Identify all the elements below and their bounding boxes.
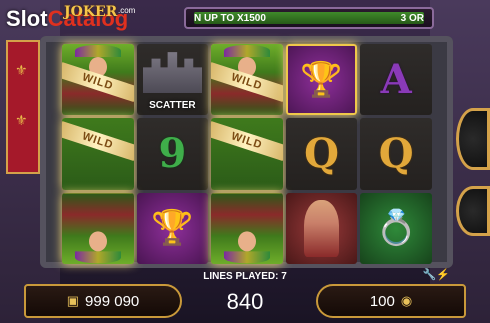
symbol-queen: Q [285, 118, 358, 190]
ticker-text-left: N UP TO X1500 [194, 12, 266, 24]
goblet-icon: 🏆 [300, 60, 343, 99]
lady-portrait [303, 199, 340, 257]
coins-icon: ◉ [400, 293, 413, 308]
reels-grid: WILD SCATTER WILD 🏆 A WILD 9 WILD Q Q 🏆 [62, 44, 432, 264]
ticker-text-right: 3 OR [400, 12, 424, 24]
symbol-jester-wild: WILD [211, 44, 283, 116]
balance-panel: ▣ 999 090 [24, 284, 182, 318]
win-value: 840 [226, 289, 264, 314]
queen-letter: Q [378, 130, 414, 178]
symbol-scatter: SCATTER [136, 44, 209, 116]
ace-letter: A [380, 56, 412, 104]
balance-value: 999 090 [85, 292, 140, 310]
scatter-label: SCATTER [149, 100, 196, 112]
fleur-icon: ⚜ [15, 112, 28, 128]
symbol-goblet: 🏆 [285, 44, 358, 116]
symbol-jester-wild [62, 192, 134, 264]
symbol-ace: A [360, 44, 432, 116]
logo-com-text: .com [118, 6, 136, 15]
red-banner-left: ⚜ ⚜ [6, 40, 40, 174]
goblet-icon: 🏆 [151, 209, 194, 248]
wallet-icon: ▣ [66, 293, 80, 308]
logo-slot-text: Slot [6, 6, 48, 31]
symbol-lady [285, 192, 358, 264]
symbol-queen: Q [360, 118, 432, 190]
symbol-jester-wild: WILD [62, 44, 134, 116]
ring-icon: 💍 [375, 209, 418, 248]
spin-button[interactable] [456, 108, 490, 170]
symbol-goblet: 🏆 [136, 192, 209, 264]
win-ticker: N UP TO X1500 3 OR [184, 7, 434, 29]
symbol-jester: WILD [211, 118, 283, 190]
bet-panel[interactable]: 100 ◉ [316, 284, 466, 318]
symbol-jester: WILD [62, 118, 134, 190]
fleur-icon: ⚜ [15, 62, 28, 78]
bet-value: 100 [369, 292, 395, 310]
autoplay-button[interactable] [456, 186, 490, 236]
symbol-ring: 💍 [360, 192, 432, 264]
symbol-jester-wild [211, 192, 283, 264]
lines-played-label: LINES PLAYED: 7 [203, 271, 287, 282]
nine-letter: 9 [158, 130, 187, 178]
settings-icons[interactable]: 🔧⚡ [423, 268, 450, 281]
symbol-nine: 9 [136, 118, 209, 190]
queen-letter: Q [304, 130, 340, 178]
castle-icon [142, 52, 203, 94]
game-logo-joker: JOKER [64, 4, 118, 20]
slotcatalog-logo: SlotCatalog JOKER .com [6, 4, 146, 36]
